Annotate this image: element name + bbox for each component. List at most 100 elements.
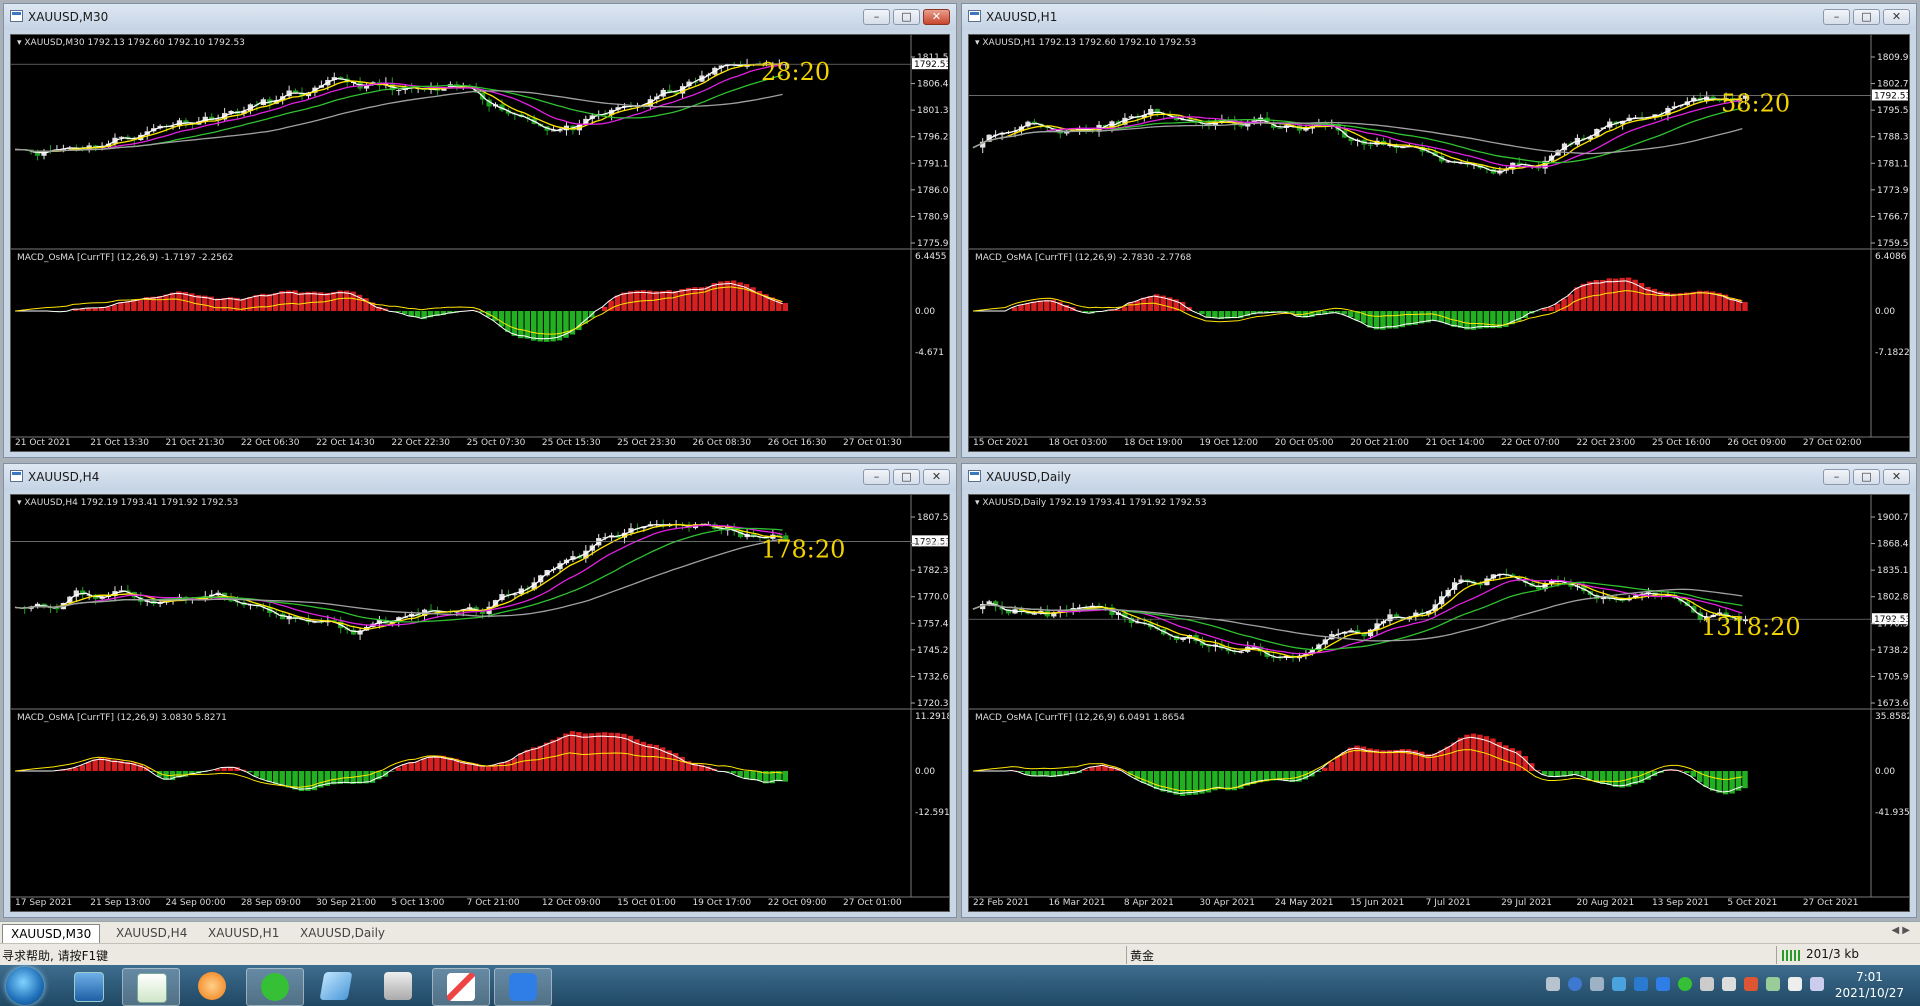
time-axis-label: 5 Oct 13:00 <box>391 898 444 908</box>
window-titlebar[interactable]: XAUUSD,M30 – □ ✕ <box>4 4 956 30</box>
osma-histogram-bar <box>1354 745 1360 771</box>
macd-info-header: MACD_OsMA [CurrTF] (12,26,9) -2.7830 -2.… <box>975 253 1192 263</box>
osma-histogram-bar <box>85 762 92 771</box>
price-axis-label: 1794.80 <box>917 540 949 550</box>
price-axis-label: 1773.90 <box>1877 186 1909 196</box>
tray-connection-icon[interactable] <box>1810 977 1824 991</box>
tab-xauusd-h4[interactable]: XAUUSD,H4 <box>108 924 195 942</box>
osma-histogram-bar <box>1470 733 1477 771</box>
time-axis-label: 21 Oct 21:30 <box>166 438 225 448</box>
tray-feishu-icon[interactable] <box>1656 977 1670 991</box>
minimize-button[interactable]: – <box>1823 469 1850 485</box>
time-axis-label: 18 Oct 03:00 <box>1048 438 1107 448</box>
minimize-button[interactable]: – <box>863 469 890 485</box>
tray-keyboard-icon[interactable] <box>1546 977 1560 991</box>
window-titlebar[interactable]: XAUUSD,Daily – □ ✕ <box>962 464 1916 490</box>
window-titlebar[interactable]: XAUUSD,H4 – □ ✕ <box>4 464 956 490</box>
tray-app-icon[interactable] <box>1700 977 1714 991</box>
osma-histogram-bar <box>1742 301 1748 311</box>
moving-average-line <box>972 107 1743 164</box>
mt4-icon[interactable] <box>122 968 180 1006</box>
chart-plot-area[interactable]: 1792.53 ▾ XAUUSD,M30 1792.13 1792.60 1792… <box>10 34 950 452</box>
osma-histogram-bar <box>414 761 421 771</box>
osma-histogram-bar <box>1464 734 1470 771</box>
window-titlebar[interactable]: XAUUSD,H1 – □ ✕ <box>962 4 1916 30</box>
osma-histogram-bar <box>1677 293 1684 311</box>
osma-histogram-bar <box>595 732 601 771</box>
osma-histogram-bar <box>305 291 311 311</box>
minimize-button[interactable]: – <box>1823 9 1850 25</box>
close-button[interactable]: ✕ <box>923 9 950 25</box>
maximize-button[interactable]: □ <box>1853 469 1880 485</box>
price-axis-label: 1900.70 <box>1877 513 1909 523</box>
tray-flag-icon[interactable] <box>1744 977 1758 991</box>
tab-xauusd-h1[interactable]: XAUUSD,H1 <box>200 924 287 942</box>
time-axis-label: 21 Sep 13:00 <box>90 898 150 908</box>
time-axis-label: 19 Oct 12:00 <box>1199 438 1258 448</box>
wechat-icon[interactable] <box>246 968 304 1006</box>
time-axis-label: 8 Apr 2021 <box>1124 898 1174 908</box>
time-axis-label: 26 Oct 09:00 <box>1727 438 1786 448</box>
chart-plot-area[interactable]: 1792.53 ▾ XAUUSD,H1 1792.13 1792.60 1792.… <box>968 34 1910 452</box>
chart-window-m30[interactable]: XAUUSD,M30 – □ ✕ 1792.53 ▾ XAUUSD,M30 179… <box>3 3 957 458</box>
tab-xauusd-m30[interactable]: XAUUSD,M30 <box>2 924 101 943</box>
tray-settings-icon[interactable] <box>1590 977 1604 991</box>
chart-window-icon <box>10 470 23 482</box>
taskbar-clock[interactable]: 7:01 2021/10/27 <box>1835 969 1904 1001</box>
macd-axis-label: -7.1822 <box>1875 348 1909 358</box>
moving-average-line <box>14 538 783 617</box>
app-icon[interactable] <box>370 968 426 1004</box>
minimize-button[interactable]: – <box>863 9 890 25</box>
chart-window-h1[interactable]: XAUUSD,H1 – □ ✕ 1792.53 ▾ XAUUSD,H1 1792.… <box>961 3 1917 458</box>
osma-histogram-bar <box>750 771 756 781</box>
paint-icon[interactable] <box>432 968 490 1006</box>
chart-plot-area[interactable]: 1792.53 ▾ XAUUSD,Daily 1792.19 1793.41 17… <box>968 494 1910 912</box>
osma-histogram-bar <box>1283 771 1289 782</box>
tray-security-icon[interactable] <box>1634 977 1648 991</box>
osma-histogram-bar <box>1141 771 1147 783</box>
macd-info-header: MACD_OsMA [CurrTF] (12,26,9) -1.7197 -2.… <box>17 253 233 263</box>
osma-histogram-bar <box>1225 771 1231 791</box>
start-orb-icon[interactable] <box>6 967 44 1005</box>
connection-bars-icon <box>1782 950 1802 961</box>
bar-countdown-label: 178:20 <box>761 535 845 563</box>
osma-histogram-bar <box>273 292 279 311</box>
osma-histogram-bar <box>601 306 608 311</box>
osma-histogram-bar <box>1425 754 1431 771</box>
maximize-button[interactable]: □ <box>893 9 920 25</box>
chart-window-daily[interactable]: XAUUSD,Daily – □ ✕ 1792.53 ▾ XAUUSD,Daily… <box>961 463 1917 918</box>
chart-window-h4[interactable]: XAUUSD,H4 – □ ✕ 1792.53 ▾ XAUUSD,H4 1792.… <box>3 463 957 918</box>
price-axis-label: 1868.40 <box>1877 540 1909 550</box>
time-axis-label: 7 Oct 21:00 <box>467 898 520 908</box>
tray-signal-icon[interactable] <box>1788 977 1802 991</box>
osma-histogram-bar <box>1600 280 1606 311</box>
window-title: XAUUSD,H4 <box>28 470 100 484</box>
osma-histogram-bar <box>718 281 724 311</box>
notepad-icon[interactable] <box>308 968 364 1004</box>
feishu-icon[interactable] <box>494 968 552 1006</box>
desktop-icon[interactable] <box>60 968 116 1004</box>
candle-body <box>1180 638 1186 641</box>
osma-histogram-bar <box>1612 771 1619 787</box>
chart-plot-area[interactable]: 1792.53 ▾ XAUUSD,H4 1792.19 1793.41 1791.… <box>10 494 950 912</box>
tab-scroll-arrows[interactable]: ◀ ▶ <box>1891 925 1910 936</box>
tab-xauusd-daily[interactable]: XAUUSD,Daily <box>292 924 393 942</box>
osma-histogram-bar <box>1490 311 1496 329</box>
tray-network-icon[interactable] <box>1612 977 1626 991</box>
close-button[interactable]: ✕ <box>1883 9 1910 25</box>
moving-average-line <box>972 98 1743 170</box>
close-button[interactable]: ✕ <box>1883 469 1910 485</box>
browser-icon[interactable] <box>184 968 240 1004</box>
tray-volume-icon[interactable] <box>1722 977 1736 991</box>
moving-average-line <box>972 578 1743 655</box>
maximize-button[interactable]: □ <box>1853 9 1880 25</box>
osma-histogram-bar <box>1166 771 1173 793</box>
tray-battery-icon[interactable] <box>1766 977 1780 991</box>
osma-histogram-bar <box>711 283 718 311</box>
maximize-button[interactable]: □ <box>893 469 920 485</box>
tray-help-icon[interactable] <box>1568 977 1582 991</box>
tray-wechat-icon[interactable] <box>1678 977 1692 991</box>
status-traffic: 201/3 kb <box>1806 947 1859 961</box>
close-button[interactable]: ✕ <box>923 469 950 485</box>
macd-axis-label: -12.5919 <box>915 808 949 818</box>
